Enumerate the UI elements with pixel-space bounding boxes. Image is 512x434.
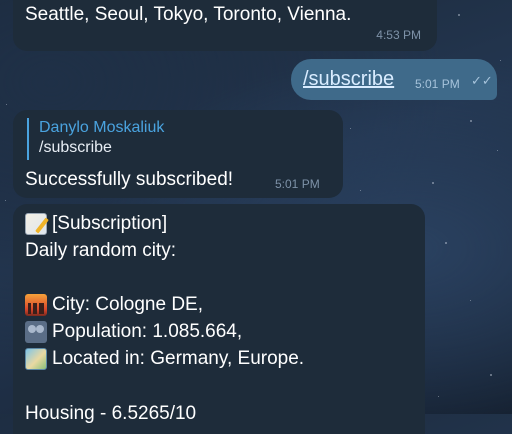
message-text: Successfully subscribed!: [25, 169, 234, 190]
message-text: Seattle, Seoul, Tokyo, Toronto, Vienna.: [25, 4, 352, 25]
background-star: [470, 300, 471, 301]
message-line-text: Population: 1.085.664,: [52, 321, 243, 342]
message-line-text: City: Cologne DE,: [52, 294, 204, 315]
background-star: [6, 104, 7, 105]
background-star: [5, 200, 6, 201]
message-bubble[interactable]: [Subscription] Daily random city: City: …: [13, 204, 425, 434]
background-star: [458, 14, 460, 16]
message-line: Located in: Germany, Europe.: [25, 346, 304, 371]
background-star: [438, 396, 439, 397]
message-line-text: [Subscription]: [52, 213, 168, 234]
message-line: [Subscription]: [25, 211, 167, 236]
world-map-icon: [25, 347, 47, 370]
double-check-icon: ✓✓: [471, 74, 493, 89]
people-icon: [25, 320, 47, 343]
command-link[interactable]: /subscribe: [303, 67, 394, 91]
background-star: [350, 128, 351, 129]
reply-author: Danylo Moskaliuk: [39, 119, 165, 136]
reply-quote[interactable]: Danylo Moskaliuk /subscribe: [27, 118, 164, 160]
message-time: 5:01 PM: [415, 77, 460, 91]
background-star: [432, 182, 434, 184]
message-line: Population: 1.085.664,: [25, 319, 242, 344]
background-star: [500, 60, 501, 61]
background-star: [490, 374, 492, 376]
message-line-text: Located in: Germany, Europe.: [52, 348, 305, 369]
message-time: 4:53 PM: [376, 28, 421, 42]
background-star: [445, 242, 447, 244]
message-time: 5:01 PM: [275, 177, 320, 191]
message-line: Daily random city:: [25, 238, 176, 263]
chat-history[interactable]: Seattle, Seoul, Tokyo, Toronto, Vienna. …: [0, 0, 512, 434]
message-bubble[interactable]: Seattle, Seoul, Tokyo, Toronto, Vienna. …: [13, 0, 437, 51]
background-star: [470, 120, 472, 122]
background-star: [360, 190, 361, 191]
cityscape-icon: [25, 293, 47, 316]
memo-icon: [25, 212, 47, 235]
reply-text: /subscribe: [39, 139, 112, 156]
outgoing-message-bubble[interactable]: /subscribe 5:01 PM ✓✓: [291, 59, 497, 100]
message-line-text: Daily random city:: [25, 240, 176, 261]
message-bubble[interactable]: Danylo Moskaliuk /subscribe Successfully…: [13, 110, 343, 198]
background-star: [497, 150, 498, 151]
message-line: City: Cologne DE,: [25, 292, 203, 317]
